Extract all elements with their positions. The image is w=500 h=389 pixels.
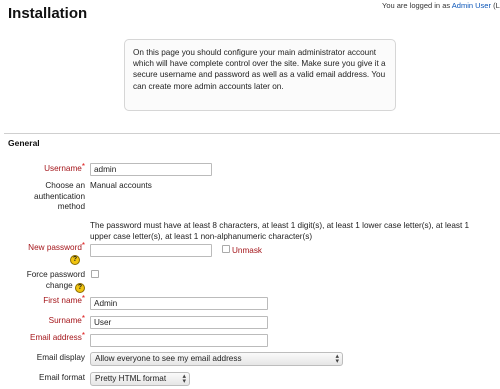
new-password-label: New password* (28, 241, 85, 254)
up-down-chevron-icon: ▴ ▾ (335, 353, 339, 365)
required-icon: * (81, 162, 85, 171)
login-prefix: You are logged in as (382, 1, 452, 10)
email-address-label-text: Email address (29, 333, 82, 342)
auth-method-label-line2: authentication (34, 191, 85, 201)
surname-label-text: Surname (48, 316, 82, 325)
username-input[interactable] (90, 163, 212, 176)
unmask-checkbox[interactable] (222, 245, 230, 253)
auth-method-value: Manual accounts (90, 181, 152, 190)
email-address-label: Email address* (29, 331, 85, 344)
surname-input[interactable] (90, 316, 268, 329)
force-password-checkbox[interactable] (91, 270, 99, 278)
email-format-selected: Pretty HTML format (95, 374, 167, 383)
help-icon[interactable]: ? (70, 255, 80, 265)
surname-label: Surname* (48, 314, 85, 327)
section-legend-general: General (8, 138, 40, 148)
help-icon[interactable]: ? (75, 282, 85, 293)
required-icon: * (81, 314, 85, 323)
admin-setup-notice: On this page you should configure your m… (124, 39, 396, 111)
email-display-select[interactable]: Allow everyone to see my email address ▴… (90, 352, 343, 366)
required-icon: * (81, 331, 85, 340)
username-label: Username* (44, 162, 85, 175)
login-info: You are logged in as Admin User (Lo (382, 1, 500, 10)
up-down-chevron-icon: ▴ ▾ (182, 373, 186, 385)
auth-method-label: Choose an authentication method (5, 181, 85, 213)
new-password-input[interactable] (90, 244, 212, 257)
email-format-select[interactable]: Pretty HTML format ▴ ▾ (90, 372, 190, 386)
page-title: Installation (8, 5, 88, 22)
email-display-selected: Allow everyone to see my email address (95, 354, 242, 363)
force-password-label-line1: Force password (26, 270, 85, 279)
force-password-label-text: change (45, 280, 73, 290)
required-icon: * (81, 294, 85, 303)
auth-method-label-line1: Choose an (45, 181, 85, 190)
email-format-label: Email format (39, 373, 85, 382)
username-label-text: Username (44, 164, 82, 173)
new-password-label-text: New password (28, 243, 82, 252)
first-name-label-text: First name (43, 296, 82, 305)
email-display-label: Email display (36, 353, 85, 362)
first-name-input[interactable] (90, 297, 268, 310)
force-password-label: Force password change ? (5, 270, 85, 293)
logout-link-fragment[interactable]: (Lo (491, 1, 500, 10)
first-name-label: First name* (43, 294, 85, 307)
password-rules-text: The password must have at least 8 charac… (90, 221, 470, 241)
auth-method-label-line3: method (57, 202, 85, 211)
force-password-label-line2: change ? (5, 280, 85, 293)
required-icon: * (81, 241, 85, 250)
email-address-input[interactable] (90, 334, 268, 347)
unmask-label: Unmask (232, 246, 263, 255)
user-profile-link[interactable]: Admin User (452, 1, 491, 10)
